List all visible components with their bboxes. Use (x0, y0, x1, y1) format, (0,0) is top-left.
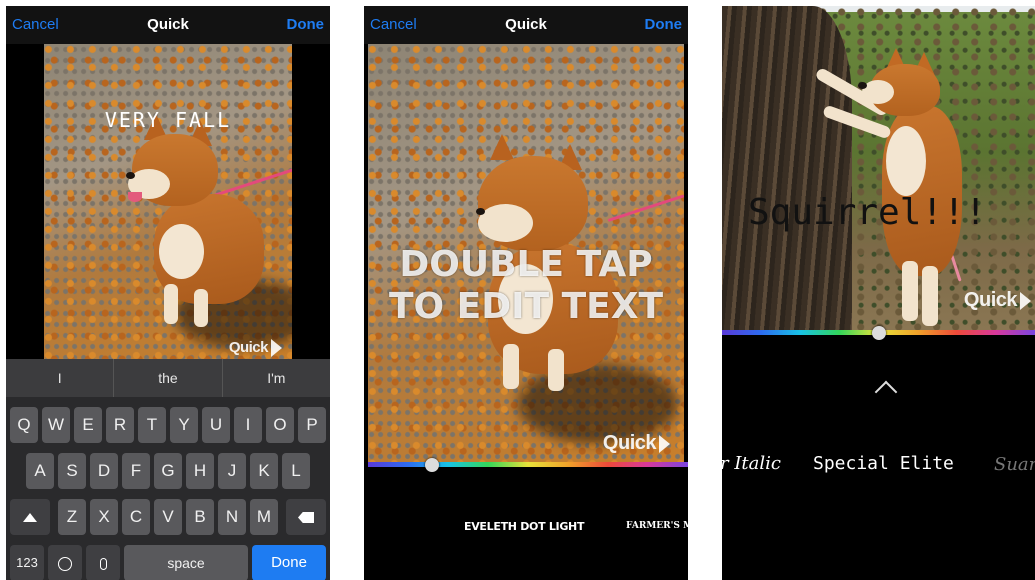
watermark-text: Quick (228, 338, 269, 356)
caption-line: DOUBLE TAP (399, 244, 653, 285)
key-o[interactable]: O (266, 407, 294, 443)
nav-bar: Cancel Quick Done (364, 6, 688, 44)
key-l[interactable]: L (282, 453, 310, 489)
keyboard-done-key[interactable]: Done (252, 545, 326, 580)
chevron-up-icon[interactable] (874, 380, 898, 404)
key-q[interactable]: Q (10, 407, 38, 443)
shift-key[interactable] (10, 499, 50, 535)
quick-watermark: Quick (603, 432, 670, 455)
key-t[interactable]: T (138, 407, 166, 443)
numbers-key[interactable]: 123 (10, 545, 44, 580)
key-w[interactable]: W (42, 407, 70, 443)
microphone-icon (99, 557, 107, 570)
keyboard: Q W E R T Y U I O P A S D F G H J K L Z … (6, 397, 330, 580)
chevron-right-icon (659, 434, 670, 453)
chevron-right-icon (1020, 291, 1031, 310)
caption-line: TO EDIT TEXT (388, 286, 664, 327)
key-p[interactable]: P (298, 407, 326, 443)
key-h[interactable]: H (186, 453, 214, 489)
key-d[interactable]: D (90, 453, 118, 489)
key-v[interactable]: V (154, 499, 182, 535)
key-y[interactable]: Y (170, 407, 198, 443)
key-b[interactable]: B (186, 499, 214, 535)
key-m[interactable]: M (250, 499, 278, 535)
nav-bar: Cancel Quick Done (6, 6, 330, 44)
font-option-eveleth-dot-light[interactable]: EVELETH DOT LIGHT (464, 520, 584, 533)
screen-double-tap: Cancel Quick Done DOUBLE TAP TO EDIT TEX… (364, 6, 688, 580)
key-x[interactable]: X (90, 499, 118, 535)
photo-dog-tree: Squirrel!!! Quick (722, 6, 1035, 330)
quick-watermark: Quick (229, 339, 282, 357)
nav-title: Quick (505, 16, 547, 33)
font-option-special-elite[interactable]: Special Elite (813, 453, 954, 474)
key-u[interactable]: U (202, 407, 230, 443)
space-key[interactable]: space (124, 545, 248, 580)
screen-font-picker: Squirrel!!! Quick r Italic Special Elite… (722, 6, 1035, 580)
done-button[interactable]: Done (287, 16, 325, 33)
shift-icon (23, 513, 37, 523)
backspace-key[interactable] (286, 499, 326, 535)
emoji-key[interactable] (48, 545, 82, 580)
font-option-script[interactable]: Suar (994, 454, 1035, 475)
font-option-farmers-market[interactable]: FARMER'S MAR (626, 521, 688, 531)
photo-caption[interactable]: Squirrel!!! (748, 192, 986, 233)
emoji-icon (58, 556, 72, 571)
suggestion-item[interactable]: the (114, 359, 223, 397)
screen-keyboard-edit: Cancel Quick Done VERY FALL Quick I the … (6, 6, 330, 580)
key-s[interactable]: S (58, 453, 86, 489)
photo-caption[interactable]: VERY FALL (44, 108, 292, 132)
done-button[interactable]: Done (645, 16, 683, 33)
font-option-italic[interactable]: r Italic (722, 453, 781, 474)
watermark-text: Quick (963, 289, 1018, 311)
suggestion-bar: I the I'm (6, 359, 330, 397)
key-i[interactable]: I (234, 407, 262, 443)
suggestion-item[interactable]: I (6, 359, 115, 397)
key-n[interactable]: N (218, 499, 246, 535)
key-g[interactable]: G (154, 453, 182, 489)
key-c[interactable]: C (122, 499, 150, 535)
quick-watermark: Quick (964, 289, 1031, 312)
photo-caption[interactable]: DOUBLE TAP TO EDIT TEXT (368, 244, 684, 328)
color-slider-knob[interactable] (871, 326, 886, 340)
dog (812, 46, 992, 330)
dog (124, 114, 284, 334)
photo-dog-leaves: DOUBLE TAP TO EDIT TEXT Quick (368, 44, 684, 465)
key-k[interactable]: K (250, 453, 278, 489)
watermark-text: Quick (602, 432, 657, 454)
key-e[interactable]: E (74, 407, 102, 443)
chevron-right-icon (271, 339, 282, 357)
key-j[interactable]: J (218, 453, 246, 489)
suggestion-item[interactable]: I'm (223, 359, 330, 397)
key-z[interactable]: Z (58, 499, 86, 535)
key-f[interactable]: F (122, 453, 150, 489)
key-a[interactable]: A (26, 453, 54, 489)
color-slider[interactable] (368, 462, 688, 467)
color-slider-knob[interactable] (425, 458, 439, 472)
nav-title: Quick (147, 16, 189, 33)
microphone-key[interactable] (86, 545, 120, 580)
photo-dog-leaves: VERY FALL Quick (44, 44, 292, 359)
key-r[interactable]: R (106, 407, 134, 443)
backspace-icon (298, 512, 314, 524)
